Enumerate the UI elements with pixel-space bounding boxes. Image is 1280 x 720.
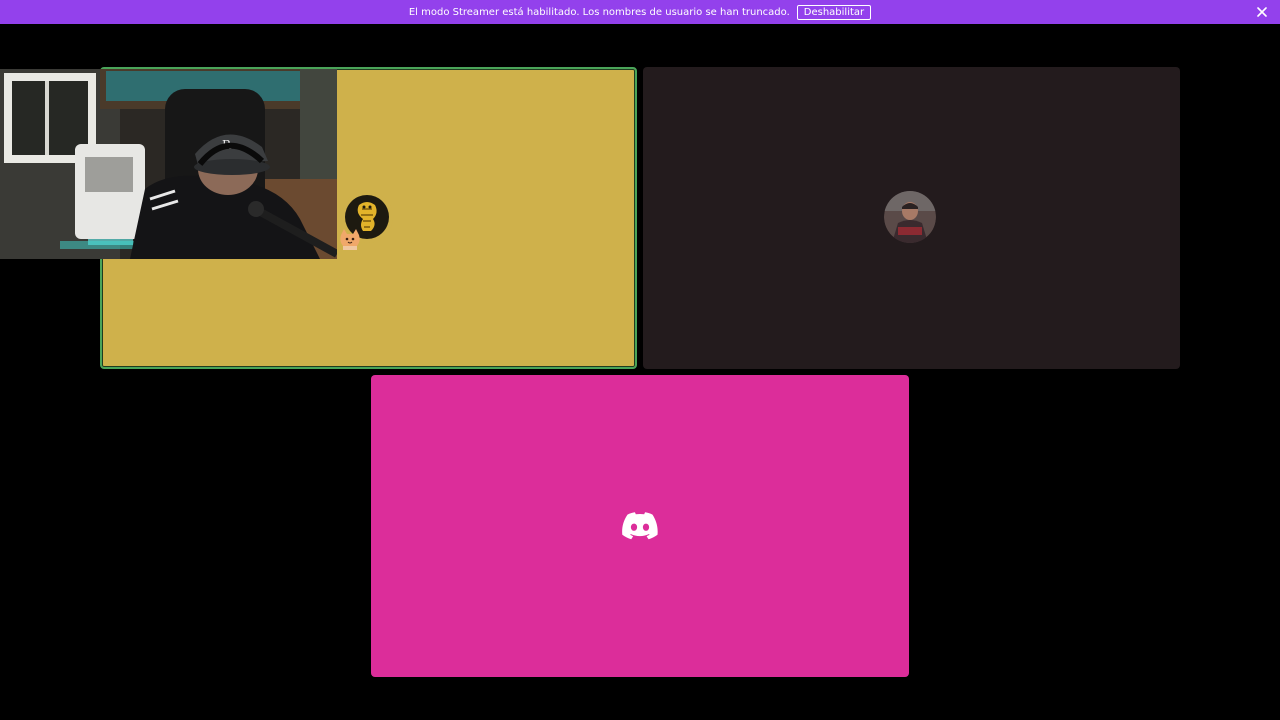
voice-channel-view: El modo Streamer está habilitado. Los no…	[0, 0, 1280, 720]
webcam-feed-image: R	[0, 69, 337, 259]
discord-logo-icon	[622, 512, 658, 540]
close-icon[interactable]	[1254, 4, 1270, 20]
streamer-mode-notice: El modo Streamer está habilitado. Los no…	[0, 0, 1280, 24]
webcam-preview[interactable]: R	[0, 69, 337, 259]
person-photo-avatar	[884, 191, 936, 243]
disable-streamer-mode-button[interactable]: Deshabilitar	[796, 4, 872, 20]
cat-emoji-icon	[336, 227, 364, 251]
notice-message: El modo Streamer está habilitado. Los no…	[408, 6, 790, 18]
